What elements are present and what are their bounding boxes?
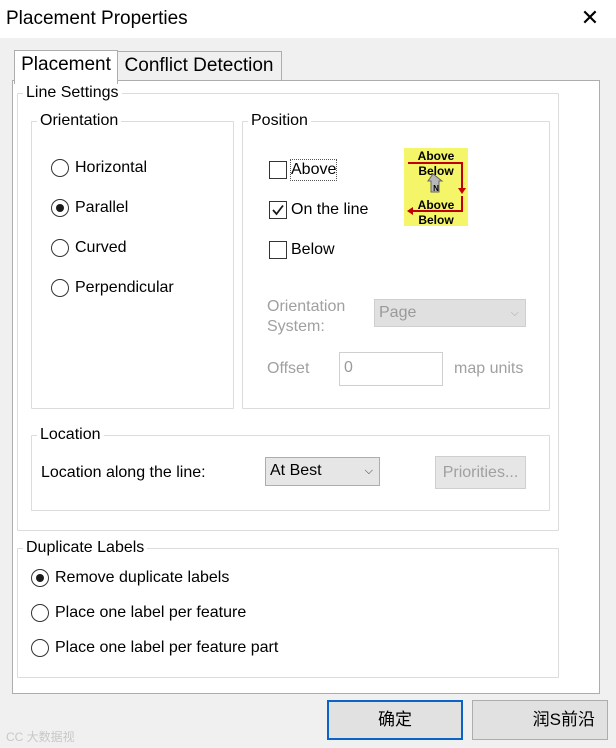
dialog-title: Placement Properties <box>6 8 188 29</box>
radio-remove-duplicate-labels-label[interactable]: Remove duplicate labels <box>55 568 229 588</box>
checkbox-on-the-line[interactable] <box>269 201 287 219</box>
orientation-system-label-line1: Orientation <box>267 298 346 315</box>
position-legend: Position <box>248 112 311 130</box>
chevron-down-icon: ⌵ <box>364 465 373 477</box>
checkbox-above-label[interactable]: Above <box>289 159 338 181</box>
checkbox-below[interactable] <box>269 241 287 259</box>
radio-one-label-per-feature-part-label[interactable]: Place one label per feature part <box>55 638 278 658</box>
radio-one-label-per-feature-label[interactable]: Place one label per feature <box>55 603 246 623</box>
checkbox-on-the-line-label[interactable]: On the line <box>291 200 368 220</box>
orientation-system-value: Page <box>379 304 417 321</box>
radio-curved-label[interactable]: Curved <box>75 238 127 258</box>
cancel-button[interactable]: 润S前沿 <box>472 700 608 740</box>
radio-parallel[interactable] <box>51 199 69 217</box>
radio-one-label-per-feature-part[interactable] <box>31 639 49 657</box>
offset-input[interactable]: 0 <box>339 352 443 386</box>
radio-horizontal[interactable] <box>51 159 69 177</box>
radio-selected-dot <box>36 574 44 582</box>
close-icon[interactable]: ✕ <box>578 5 602 31</box>
line-settings-legend: Line Settings <box>23 84 122 102</box>
check-mark-icon <box>272 204 284 216</box>
radio-selected-dot <box>56 204 64 212</box>
offset-label: Offset <box>267 360 310 377</box>
priorities-button[interactable]: Priorities... <box>435 456 526 489</box>
checkbox-above[interactable] <box>269 161 287 179</box>
location-value: At Best <box>270 462 322 479</box>
tab-conflict-detection[interactable]: Conflict Detection <box>116 51 282 82</box>
duplicate-labels-legend: Duplicate Labels <box>23 539 148 557</box>
radio-one-label-per-feature[interactable] <box>31 604 49 622</box>
orientation-system-label-line2: System: <box>267 318 325 335</box>
radio-remove-duplicate-labels[interactable] <box>31 569 49 587</box>
checkbox-below-label[interactable]: Below <box>291 240 335 260</box>
watermark-left: CC 大数据视 <box>6 730 75 744</box>
location-select[interactable]: At Best ⌵ <box>265 457 380 486</box>
location-legend: Location <box>37 426 104 444</box>
radio-parallel-label[interactable]: Parallel <box>75 198 128 218</box>
tab-placement[interactable]: Placement <box>14 50 118 84</box>
position-diagram: Above Below Above Below N <box>404 148 468 227</box>
radio-horizontal-label[interactable]: Horizontal <box>75 158 147 178</box>
orientation-legend: Orientation <box>37 112 122 130</box>
radio-perpendicular-label[interactable]: Perpendicular <box>75 278 174 298</box>
location-along-line-label: Location along the line: <box>41 464 206 481</box>
radio-curved[interactable] <box>51 239 69 257</box>
chevron-down-icon: ⌵ <box>510 307 519 319</box>
orientation-system-select[interactable]: Page ⌵ <box>374 299 526 327</box>
diagram-north-letter: N <box>433 184 439 193</box>
ok-button[interactable]: 确定 <box>327 700 463 740</box>
tab-panel-placement: Line Settings Orientation Horizontal Par… <box>12 80 600 694</box>
offset-units-label: map units <box>454 360 524 377</box>
radio-perpendicular[interactable] <box>51 279 69 297</box>
